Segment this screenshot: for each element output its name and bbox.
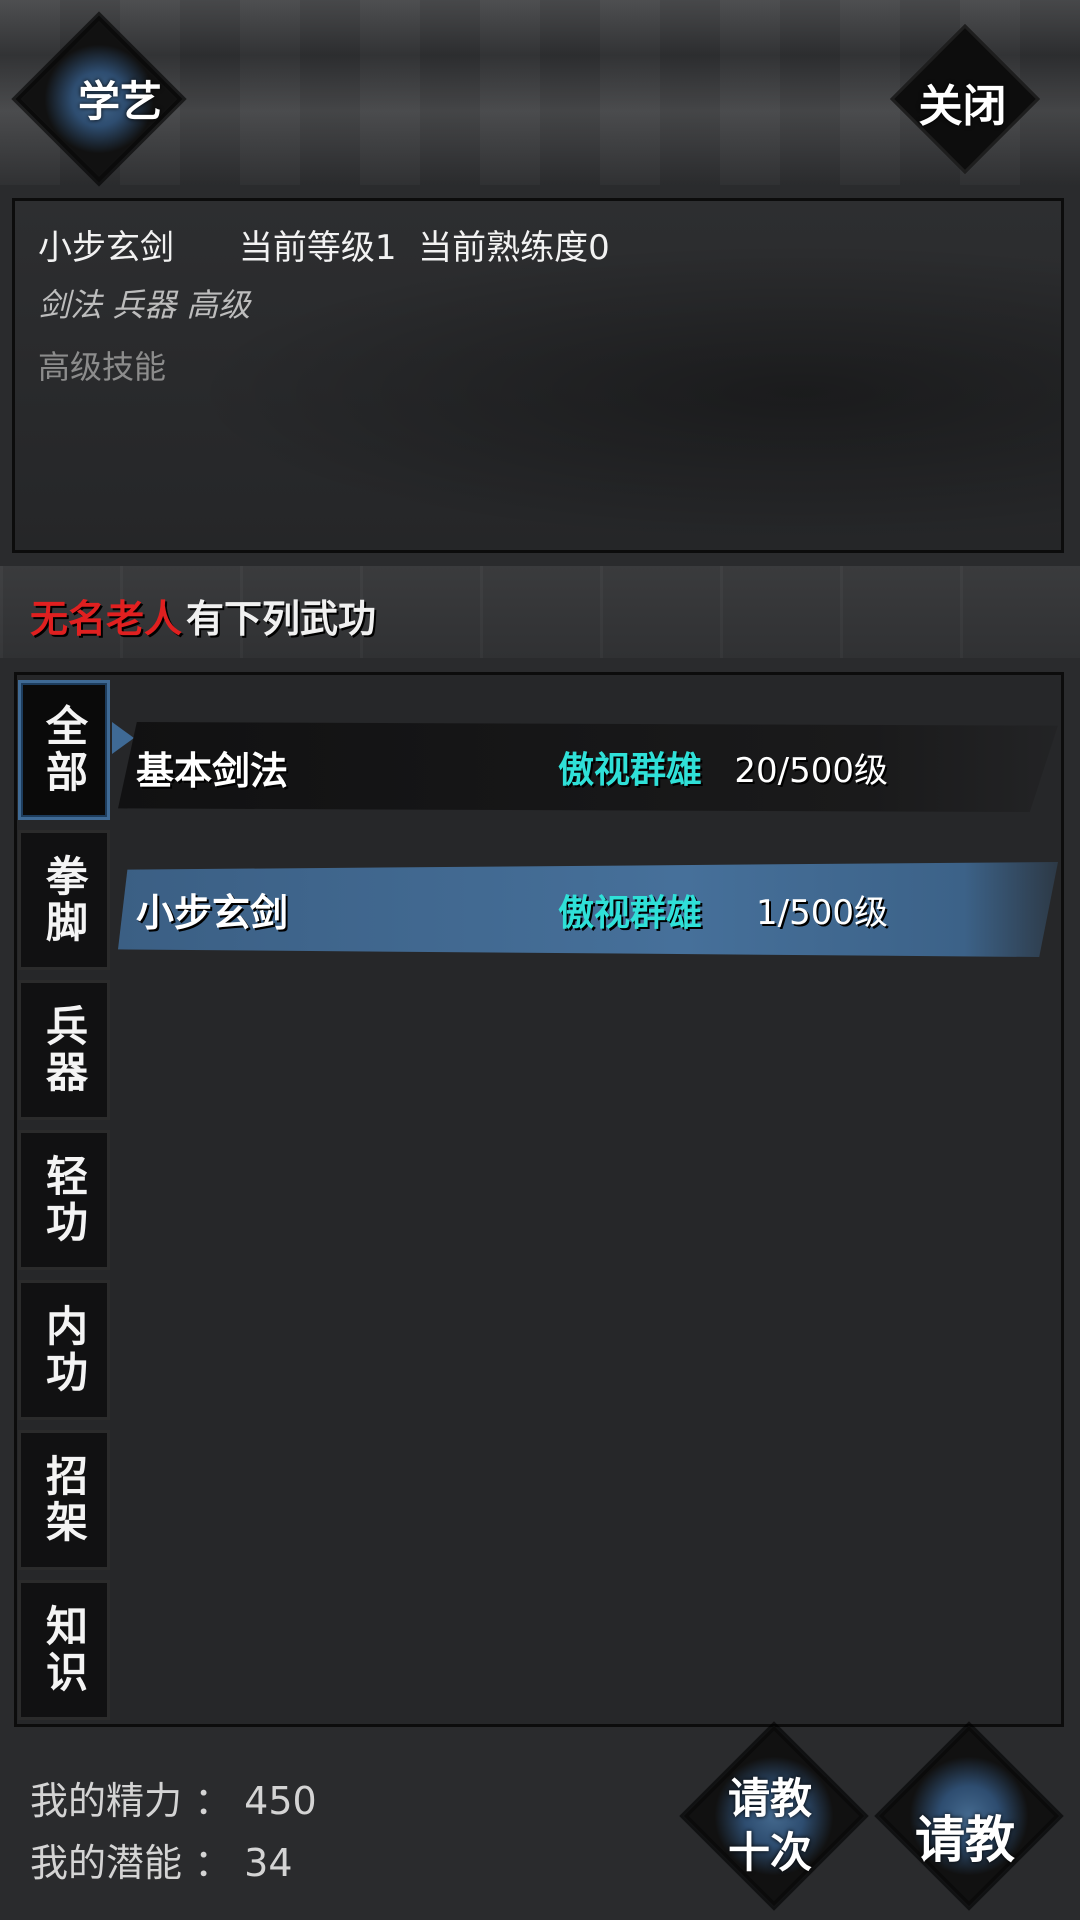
tab-label: 兵器 xyxy=(39,1004,89,1096)
tab-label: 招架 xyxy=(39,1454,89,1546)
tab-lightness[interactable]: 轻功 xyxy=(18,1130,110,1270)
skill-name: 小步玄剑 xyxy=(136,890,289,935)
learn-title: 学艺 xyxy=(77,77,162,126)
skill-list-panel xyxy=(14,672,1064,1727)
close-button-label[interactable]: 关闭 xyxy=(895,70,1030,134)
skill-level: 20/500级 xyxy=(734,750,888,791)
tab-knowledge[interactable]: 知识 xyxy=(18,1580,110,1720)
tab-label: 轻功 xyxy=(39,1154,89,1246)
tab-label: 知识 xyxy=(39,1604,89,1696)
ask-ten-label[interactable]: 请教 十次 xyxy=(700,1772,840,1880)
teacher-suffix: 有下列武功 xyxy=(186,596,377,641)
skill-info-title: 小步玄剑 当前等级1 当前熟练度0 xyxy=(38,228,610,268)
energy-stat: 我的精力 ： 450 xyxy=(30,1779,317,1823)
tab-all[interactable]: 全部 xyxy=(18,680,110,820)
skill-row[interactable]: 基本剑法 傲视群雄 20/500级 xyxy=(118,722,1058,812)
potential-stat: 我的潜能 ： 34 xyxy=(30,1841,293,1885)
tab-inner[interactable]: 内功 xyxy=(18,1280,110,1420)
tab-label: 内功 xyxy=(39,1304,89,1396)
tab-label: 拳脚 xyxy=(39,854,89,946)
skill-row-selected[interactable]: 小步玄剑 傲视群雄 1/500级 xyxy=(118,862,1058,957)
tab-label: 全部 xyxy=(39,704,89,796)
skill-name: 基本剑法 xyxy=(136,747,289,793)
ask-ten-line2: 十次 xyxy=(727,1828,812,1877)
skill-tier: 傲视群雄 xyxy=(558,749,703,791)
active-tab-pointer-icon xyxy=(112,722,134,754)
tab-weapon[interactable]: 兵器 xyxy=(18,980,110,1120)
ask-label[interactable]: 请教 xyxy=(895,1800,1035,1872)
skill-tier: 傲视群雄 xyxy=(558,891,703,934)
skill-level: 1/500级 xyxy=(756,893,888,933)
skill-info-description: 高级技能 xyxy=(38,348,167,386)
ask-ten-line1: 请教 xyxy=(727,1774,812,1823)
tab-parry[interactable]: 招架 xyxy=(18,1430,110,1570)
tab-fist[interactable]: 拳脚 xyxy=(18,830,110,970)
teacher-name: 无名老人 xyxy=(30,596,183,641)
skill-info-tags: 剑法 兵器 高级 xyxy=(38,286,251,324)
